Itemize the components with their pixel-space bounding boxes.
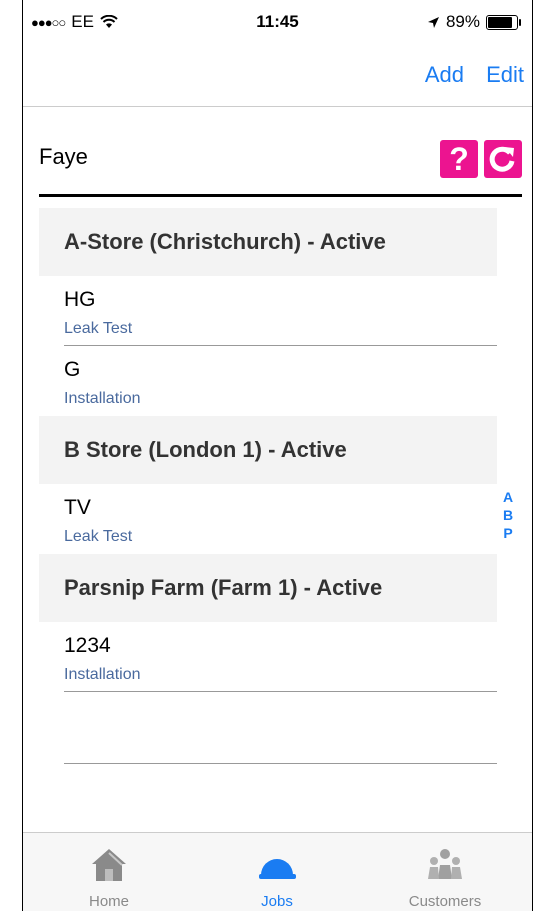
index-letter-a[interactable]: A: [503, 488, 513, 506]
tab-home[interactable]: Home: [39, 833, 179, 911]
jobs-list: A-Store (Christchurch) - Active HG Leak …: [39, 208, 497, 764]
hard-hat-icon: [259, 859, 296, 879]
battery-percent: 89%: [445, 12, 480, 31]
user-header: Faye ?: [39, 130, 522, 197]
list-item[interactable]: G Installation: [39, 346, 497, 416]
list-item[interactable]: TV Leak Test: [39, 484, 497, 554]
refresh-button[interactable]: [484, 140, 522, 178]
battery-icon: [486, 14, 521, 30]
job-title: 1234: [64, 634, 111, 657]
status-bar: ●●●○○ EE 11:45 89%: [23, 0, 532, 40]
job-title: HG: [64, 288, 96, 311]
refresh-icon: [489, 146, 515, 172]
section-header-a-store: A-Store (Christchurch) - Active: [39, 208, 497, 276]
list-item[interactable]: 1234 Installation: [39, 622, 497, 692]
job-title: TV: [64, 496, 91, 519]
help-button[interactable]: ?: [440, 140, 478, 178]
job-type: Installation: [64, 666, 141, 683]
index-letter-p[interactable]: P: [503, 524, 512, 542]
status-right: 89%: [427, 12, 521, 32]
job-title: G: [64, 358, 81, 381]
question-mark-icon: ?: [449, 140, 469, 177]
edit-button[interactable]: Edit: [486, 62, 524, 88]
add-button[interactable]: Add: [425, 62, 464, 88]
user-name: Faye: [39, 144, 88, 169]
empty-row: [39, 692, 497, 764]
customers-group-icon: [428, 849, 462, 879]
section-index[interactable]: A B P: [503, 488, 513, 542]
tab-customers-label: Customers: [408, 893, 482, 910]
tab-bar: Home Jobs Customers: [23, 832, 532, 911]
location-arrow-icon: [427, 16, 439, 28]
job-type: Leak Test: [64, 528, 133, 545]
index-letter-b[interactable]: B: [503, 506, 513, 524]
job-type: Installation: [64, 390, 141, 407]
nav-bar: Add Edit: [23, 40, 532, 107]
tab-jobs[interactable]: Jobs: [207, 833, 347, 911]
section-header-b-store: B Store (London 1) - Active: [39, 416, 497, 484]
home-icon: [92, 849, 126, 881]
tab-customers[interactable]: Customers: [375, 833, 515, 911]
tab-home-label: Home: [88, 893, 129, 910]
job-type: Leak Test: [64, 320, 133, 337]
phone-frame: ●●●○○ EE 11:45 89% Add Edit Faye ? A-Sto…: [22, 0, 533, 911]
list-item[interactable]: HG Leak Test: [39, 276, 497, 346]
section-header-parsnip-farm: Parsnip Farm (Farm 1) - Active: [39, 554, 497, 622]
tab-jobs-label: Jobs: [261, 893, 293, 910]
